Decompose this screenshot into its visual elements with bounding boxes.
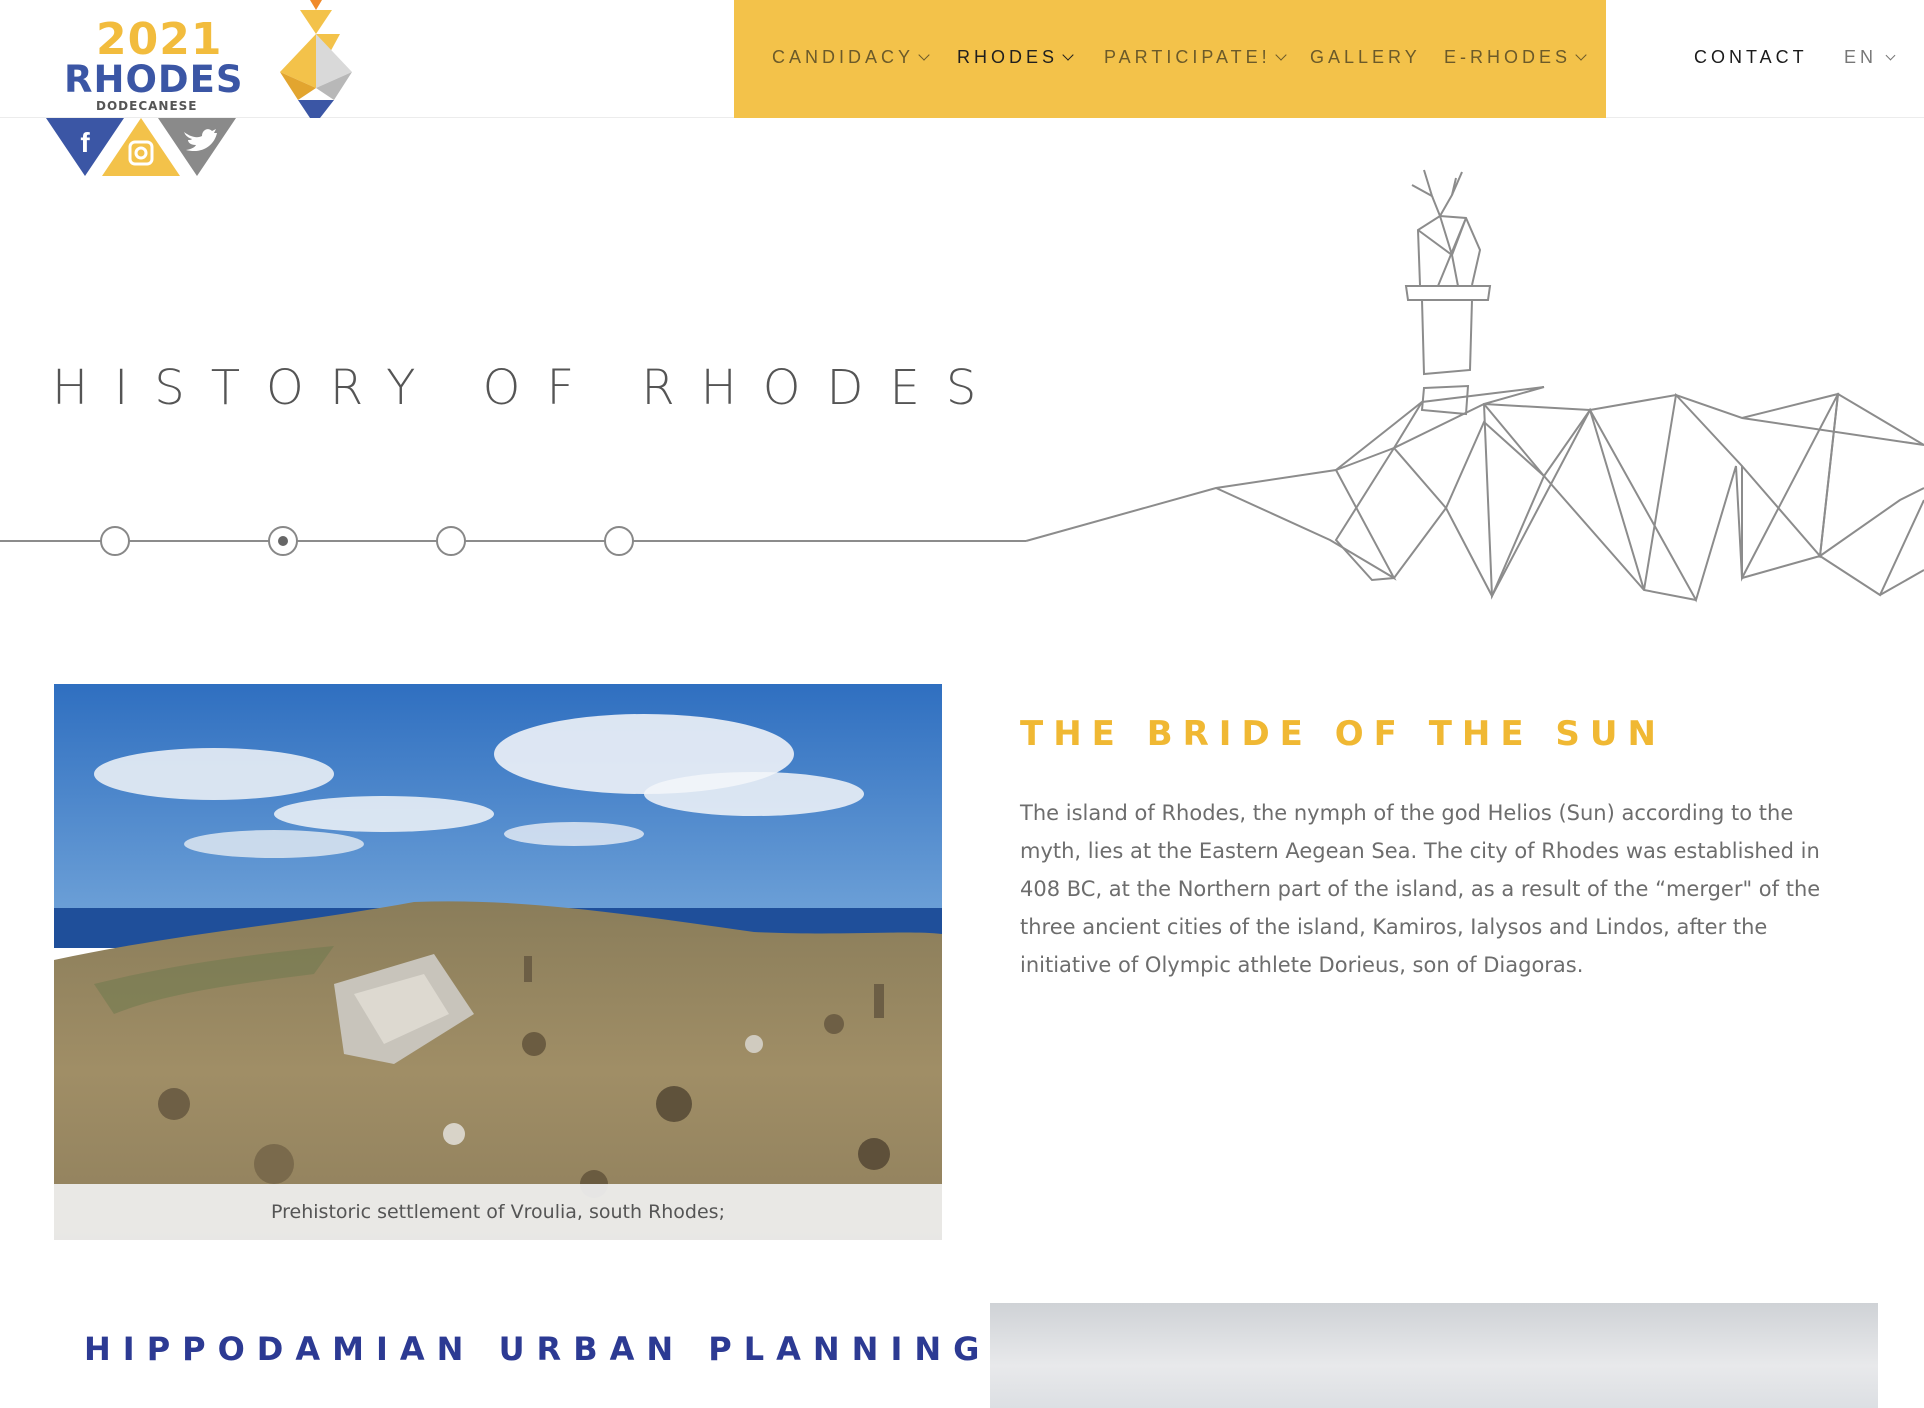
timeline-step-3[interactable] (436, 526, 466, 556)
nav-item-e-rhodes[interactable]: E-RHODES (1444, 47, 1587, 68)
timeline-step-4[interactable] (604, 526, 634, 556)
nav-label: PARTICIPATE! (1104, 47, 1271, 67)
nav-label: GALLERY (1310, 47, 1421, 67)
vroulia-settlement-photo (54, 684, 942, 1240)
language-selector[interactable]: EN (1844, 47, 1896, 68)
svg-text:f: f (80, 127, 90, 158)
page-title: HISTORY OF RHODES (52, 360, 1003, 416)
language-label: EN (1844, 47, 1878, 67)
nav-label: CANDIDACY (772, 47, 915, 67)
nav-item-gallery[interactable]: GALLERY (1310, 47, 1421, 68)
logo-name: RHODES (64, 58, 244, 101)
nav-item-rhodes[interactable]: RHODES (957, 47, 1074, 68)
chevron-down-icon (1275, 49, 1287, 61)
nav-item-candidacy[interactable]: CANDIDACY (772, 47, 930, 68)
section-body-text: The island of Rhodes, the nymph of the g… (1020, 801, 1821, 977)
twitter-link[interactable] (158, 118, 236, 176)
twitter-icon (158, 118, 236, 176)
chevron-down-icon (918, 49, 930, 61)
contact-link[interactable]: CONTACT (1694, 47, 1808, 68)
chevron-down-icon (1062, 49, 1074, 61)
section-title-bride-of-the-sun: THE BRIDE OF THE SUN (1020, 714, 1666, 754)
timeline-step-1[interactable] (100, 526, 130, 556)
nav-label: E-RHODES (1444, 47, 1572, 67)
nav-label: RHODES (957, 47, 1059, 67)
main-nav: CANDIDACY RHODES PARTICIPATE! GALLERY E-… (734, 0, 1606, 118)
photo-caption: Prehistoric settlement of Vroulia, south… (54, 1184, 942, 1240)
logo-mark-icon (280, 0, 352, 118)
chevron-down-icon (1885, 50, 1896, 61)
nav-item-participate[interactable]: PARTICIPATE! (1104, 47, 1287, 68)
site-header: 2021 RHODES DODECANESE f CANDIDACY RHODE… (0, 0, 1924, 176)
hippodamian-photo (990, 1303, 1878, 1408)
logo-subtitle: DODECANESE (96, 99, 198, 113)
timeline-step-2-active[interactable] (268, 526, 298, 556)
chevron-down-icon (1575, 49, 1587, 61)
site-logo[interactable]: 2021 RHODES DODECANESE f (46, 0, 376, 176)
